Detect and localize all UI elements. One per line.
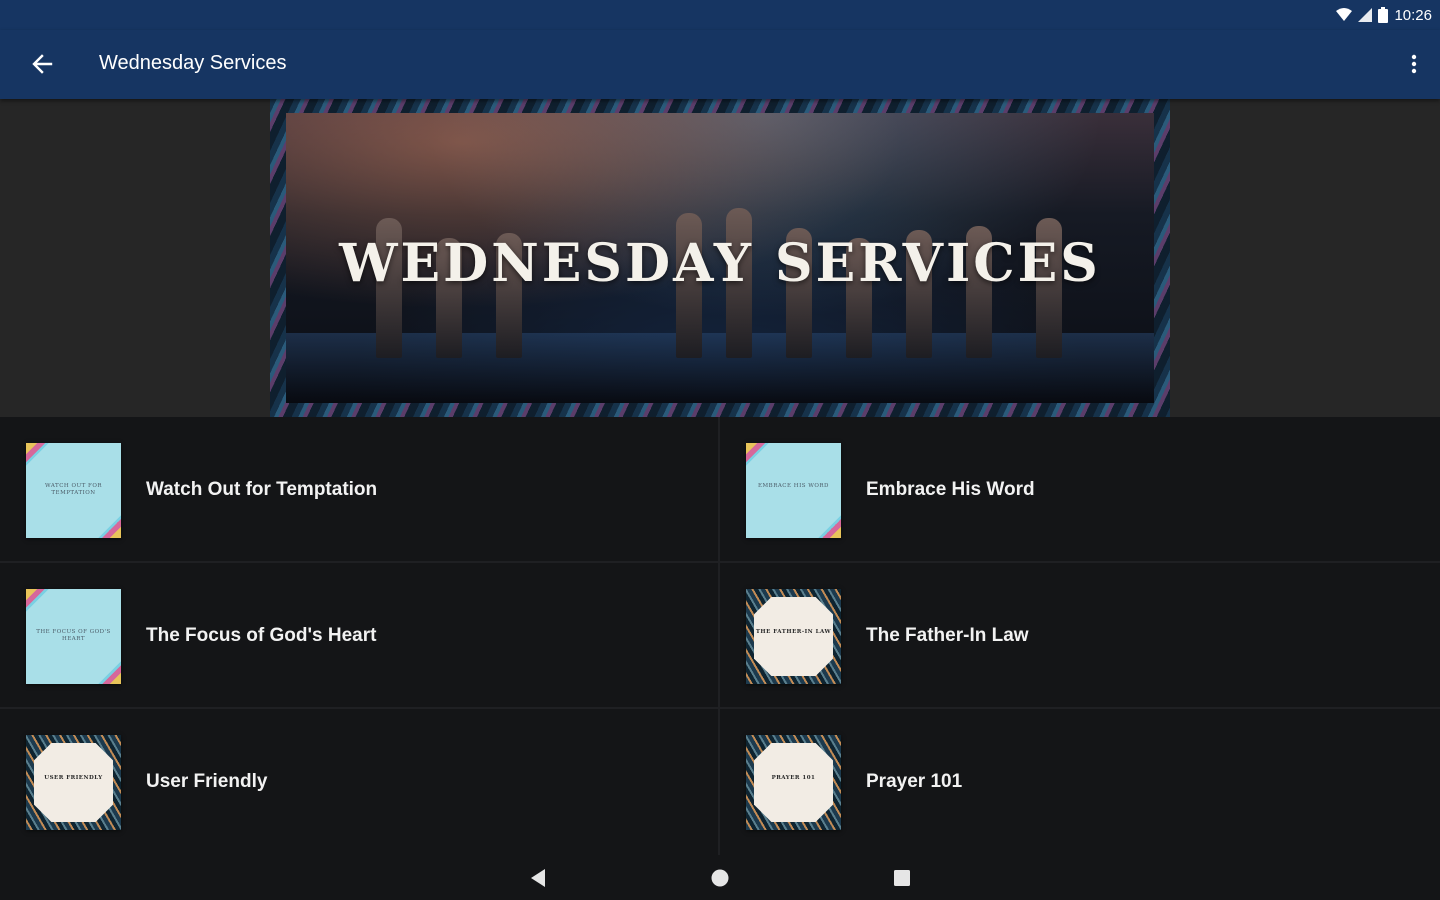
nav-recents-button[interactable]: [887, 863, 917, 893]
battery-icon: [1378, 7, 1389, 23]
sermon-title: User Friendly: [146, 771, 268, 792]
sermon-thumbnail: WATCH OUT FOR TEMPTATION: [26, 443, 121, 538]
more-vertical-icon: [1411, 54, 1417, 74]
wifi-icon: [1336, 8, 1353, 21]
sermon-item[interactable]: THE FOCUS OF GOD'S HEART The Focus of Go…: [0, 563, 720, 709]
sermon-title: Watch Out for Temptation: [146, 479, 378, 500]
thumbnail-text: USER FRIENDLY: [44, 775, 103, 781]
banner-image: WEDNESDAY SERVICES: [270, 99, 1170, 417]
thumbnail-octagon: [754, 597, 833, 676]
status-icons: 10:26: [1336, 4, 1432, 26]
thumbnail-text: THE FATHER-IN LAW: [755, 629, 832, 635]
thumbnail-octagon: [34, 743, 113, 822]
more-options-button[interactable]: [1402, 44, 1426, 84]
sermon-thumbnail: THE FATHER-IN LAW: [746, 589, 841, 684]
arrow-left-icon: [32, 54, 53, 74]
back-triangle-icon: [531, 869, 545, 887]
sermon-thumbnail: THE FOCUS OF GOD'S HEART: [26, 589, 121, 684]
sermon-item[interactable]: PRAYER 101 Prayer 101: [720, 709, 1440, 855]
thumbnail-text: EMBRACE HIS WORD: [758, 483, 829, 489]
sermon-thumbnail: EMBRACE HIS WORD: [746, 443, 841, 538]
sermon-title: The Focus of God's Heart: [146, 625, 377, 646]
thumbnail-text: WATCH OUT FOR TEMPTATION: [45, 483, 102, 496]
sermon-title: The Father-In Law: [866, 625, 1029, 646]
sermon-grid: WATCH OUT FOR TEMPTATION Watch Out for T…: [0, 417, 1440, 855]
page-title: Wednesday Services: [99, 52, 287, 74]
sermon-item[interactable]: THE FATHER-IN LAW The Father-In Law: [720, 563, 1440, 709]
app-bar: Wednesday Services: [0, 30, 1440, 99]
sermon-item[interactable]: WATCH OUT FOR TEMPTATION Watch Out for T…: [0, 417, 720, 563]
sermon-title: Embrace His Word: [866, 479, 1035, 500]
banner-title: WEDNESDAY SERVICES: [339, 233, 1101, 294]
banner-area: WEDNESDAY SERVICES: [0, 99, 1440, 417]
sermon-item[interactable]: EMBRACE HIS WORD Embrace His Word: [720, 417, 1440, 563]
nav-back-button[interactable]: [523, 863, 553, 893]
home-circle-icon: [711, 869, 729, 887]
signal-icon: [1358, 8, 1373, 22]
status-time: 10:26: [1394, 6, 1432, 24]
recents-square-icon: [894, 870, 910, 886]
navigation-bar: [0, 855, 1440, 900]
sermon-thumbnail: USER FRIENDLY: [26, 735, 121, 830]
status-bar: 10:26: [0, 0, 1440, 30]
sermon-title: Prayer 101: [866, 771, 963, 792]
thumbnail-text: PRAYER 101: [771, 775, 816, 781]
sermon-item[interactable]: USER FRIENDLY User Friendly: [0, 709, 720, 855]
back-button[interactable]: [22, 44, 62, 84]
sermon-thumbnail: PRAYER 101: [746, 735, 841, 830]
thumbnail-octagon: [754, 743, 833, 822]
thumbnail-text: THE FOCUS OF GOD'S HEART: [36, 629, 111, 642]
nav-home-button[interactable]: [705, 863, 735, 893]
